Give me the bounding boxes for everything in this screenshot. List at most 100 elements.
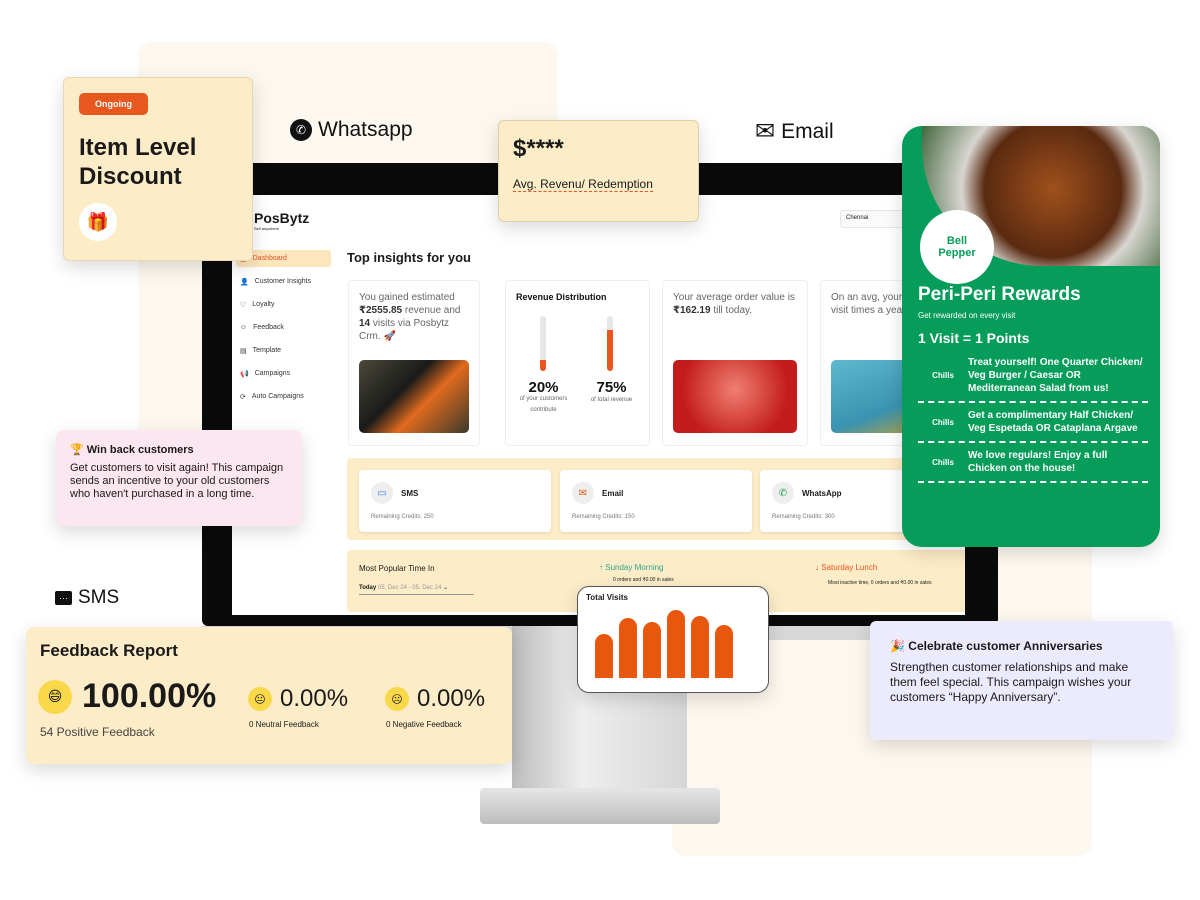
sidebar-item-feedback[interactable]: ☺ Feedback [236, 319, 331, 336]
positive-pct: 100.00% [82, 677, 217, 715]
page-title: Top insights for you [347, 250, 471, 265]
laptop-chart-image [359, 360, 469, 433]
email-icon: ✉ [755, 118, 776, 145]
location-value: Chennai [846, 215, 869, 221]
whatsapp-icon: ✆ [290, 119, 312, 141]
rewards-card: Bell Pepper Peri-Peri Rewards Get reward… [902, 126, 1160, 547]
redemption-card: $**** Avg. Revenu/ Redemption [498, 120, 699, 222]
shopping-cart-image [673, 360, 797, 433]
nav-label: Customer Insights [254, 278, 312, 285]
average-order-card: Your average order value is ₹162.19 till… [662, 280, 808, 446]
brand-logo: Bell Pepper [920, 210, 994, 284]
revenue-pct: 75% [596, 379, 627, 396]
nav-label: Dashboard [252, 255, 287, 262]
nav-label: Loyalty [252, 301, 275, 308]
gift-icon: 🎁 [79, 203, 117, 241]
worst-time-sub: Most inactive time, 0 orders and ₹0.00 i… [828, 580, 932, 586]
whatsapp-icon: ✆ [772, 482, 794, 504]
nav-label: Template [252, 347, 282, 354]
reward-item: Chills We love regulars! Enjoy a full Chi… [918, 443, 1148, 483]
reward-item: Chills Get a complimentary Half Chicken/ … [918, 403, 1148, 443]
credit-remaining: Remaining Credits: 150 [572, 514, 635, 520]
anniversary-card: 🎉 Celebrate customer Anniversaries Stren… [870, 621, 1173, 740]
card-title: Revenue Distribution [516, 292, 607, 302]
credit-name: Email [602, 488, 624, 498]
feedback-title: Feedback Report [40, 641, 178, 660]
email-credit-card[interactable]: ✉ Email Remaining Credits: 150 [560, 470, 752, 532]
insight-text: You gained estimated [359, 292, 455, 303]
refresh-icon: ⟳ [240, 393, 246, 401]
aov-text: Your average order value is [673, 292, 795, 303]
sidebar-item-auto-campaigns[interactable]: ⟳ Auto Campaigns [236, 388, 331, 405]
smile-icon: ☺ [240, 324, 248, 331]
template-icon: ▤ [240, 347, 247, 355]
reward-item: Chills Treat yourself! One Quarter Chicke… [918, 350, 1148, 403]
winback-title: 🏆 Win back customers [70, 444, 194, 456]
arrow-up-icon: ↑ [599, 563, 603, 572]
logo: PosBytz Sell anywhere [254, 210, 309, 231]
nav-label: Campaigns [254, 370, 291, 377]
winback-card: 🏆 Win back customers Get customers to vi… [56, 430, 302, 526]
nav-label: Auto Campaigns [251, 393, 304, 400]
whatsapp-text: Whatsapp [318, 118, 413, 141]
reward-text: Treat yourself! One Quarter Chicken/ Veg… [968, 357, 1143, 394]
anniversary-title: 🎉 Celebrate customer Anniversaries [890, 639, 1103, 653]
reward-tag: Chills [932, 417, 954, 427]
negative-label: 0 Negative Feedback [386, 720, 462, 729]
revenue-progress-bar [607, 316, 613, 371]
location-select[interactable]: Chennai [840, 210, 910, 228]
grin-emoji-icon: 😄 [38, 679, 72, 714]
sms-text: SMS [78, 587, 120, 608]
heart-icon: ♡ [240, 301, 247, 309]
email-label: ✉ Email [755, 117, 834, 146]
feedback-report-card: Feedback Report 😄 100.00% 54 Positive Fee… [26, 627, 512, 764]
rewards-title: Peri-Peri Rewards [918, 284, 1081, 305]
whatsapp-label: ✆ Whatsapp [290, 118, 413, 142]
sidebar-item-customer-insights[interactable]: 👤 Customer Insights [236, 273, 331, 290]
insight-text: revenue and [404, 305, 461, 316]
insight-card-revenue-gained: You gained estimated ₹2555.85 revenue an… [348, 280, 480, 446]
range-label: Today [359, 585, 377, 591]
popular-title: Most Popular Time In [359, 564, 435, 573]
neutral-pct: 0.00% [280, 685, 349, 712]
sidebar-item-template[interactable]: ▤ Template [236, 342, 331, 359]
total-visits-bars [595, 598, 733, 678]
aov-text: till today. [713, 305, 753, 316]
range-value: 05, Dec 24 - 05, Dec 24 [377, 585, 442, 591]
reward-tag: Chills [932, 371, 954, 380]
redemption-value: $**** [513, 135, 564, 162]
user-icon: 👤 [240, 278, 249, 286]
brand-name: Bell Pepper [938, 235, 976, 259]
nav-label: Feedback [253, 324, 284, 331]
revenue-label: of total revenue [590, 397, 633, 403]
discount-title: Item Level Discount [79, 134, 197, 190]
sms-label: ··· SMS [55, 587, 119, 609]
neutral-label: 0 Neutral Feedback [249, 720, 319, 729]
customers-pct: 20% [528, 379, 559, 396]
insight-visits: 14 [359, 318, 371, 329]
email-icon: ✉ [572, 482, 594, 504]
chevron-down-icon: ⌄ [442, 585, 448, 591]
sidebar-item-loyalty[interactable]: ♡ Loyalty [236, 296, 331, 313]
date-range-select[interactable]: Today 05, Dec 24 - 05, Dec 24 ⌄ [359, 584, 474, 595]
credit-name: WhatsApp [802, 488, 842, 498]
visit-bar [667, 610, 685, 678]
sms-credit-card[interactable]: ▭ SMS Remaining Credits: 250 [359, 470, 551, 532]
dashboard-screen: PosBytz Sell anywhere Chennai ▦Dashboard… [232, 195, 965, 615]
sms-icon: ▭ [371, 482, 393, 504]
visit-bar [691, 615, 709, 678]
visit-bar [643, 622, 661, 678]
total-visits-card: Total Visits [577, 586, 769, 693]
neutral-emoji-icon: 😐 [248, 687, 272, 711]
customers-progress-bar [540, 316, 546, 371]
best-time-sub: 0 orders and ₹0.00 in sales [613, 577, 674, 583]
status-badge: Ongoing [79, 93, 148, 115]
redemption-label: Avg. Revenu/ Redemption [513, 177, 653, 192]
credit-remaining: Remaining Credits: 250 [371, 514, 434, 520]
best-time: Sunday Morning [605, 563, 664, 572]
customers-label: of your customers contribute [519, 396, 568, 413]
sidebar-item-campaigns[interactable]: 📢 Campaigns [236, 365, 331, 382]
insight-text: visits via Posbytz Crm. 🚀 [359, 318, 450, 342]
rewards-subtitle: Get rewarded on every visit [918, 311, 1016, 320]
visit-bar [619, 618, 637, 678]
